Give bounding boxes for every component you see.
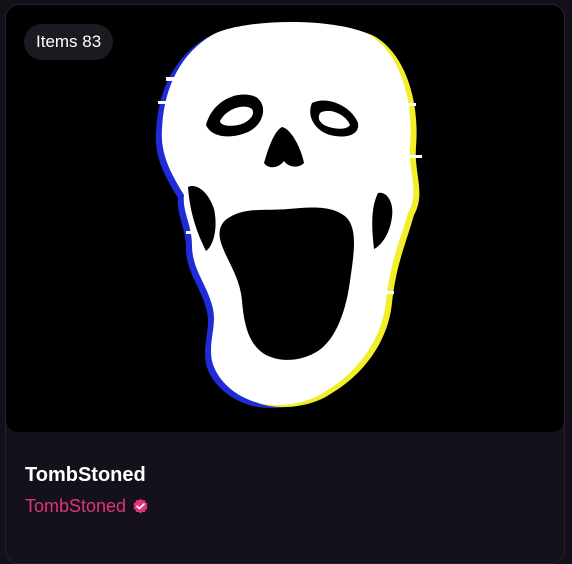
skull-artwork-icon	[155, 21, 422, 409]
collection-title[interactable]: TombStoned	[25, 464, 146, 487]
items-count-badge: Items 83	[24, 24, 114, 60]
collection-card[interactable]: Items 83 TombStoned TombStoned	[5, 4, 565, 564]
collection-artwork[interactable]: Items 83	[6, 5, 564, 432]
creator-name[interactable]: TombStoned	[25, 496, 126, 517]
verified-check-badge-icon	[133, 498, 148, 513]
creator-link[interactable]: TombStoned	[25, 494, 149, 518]
